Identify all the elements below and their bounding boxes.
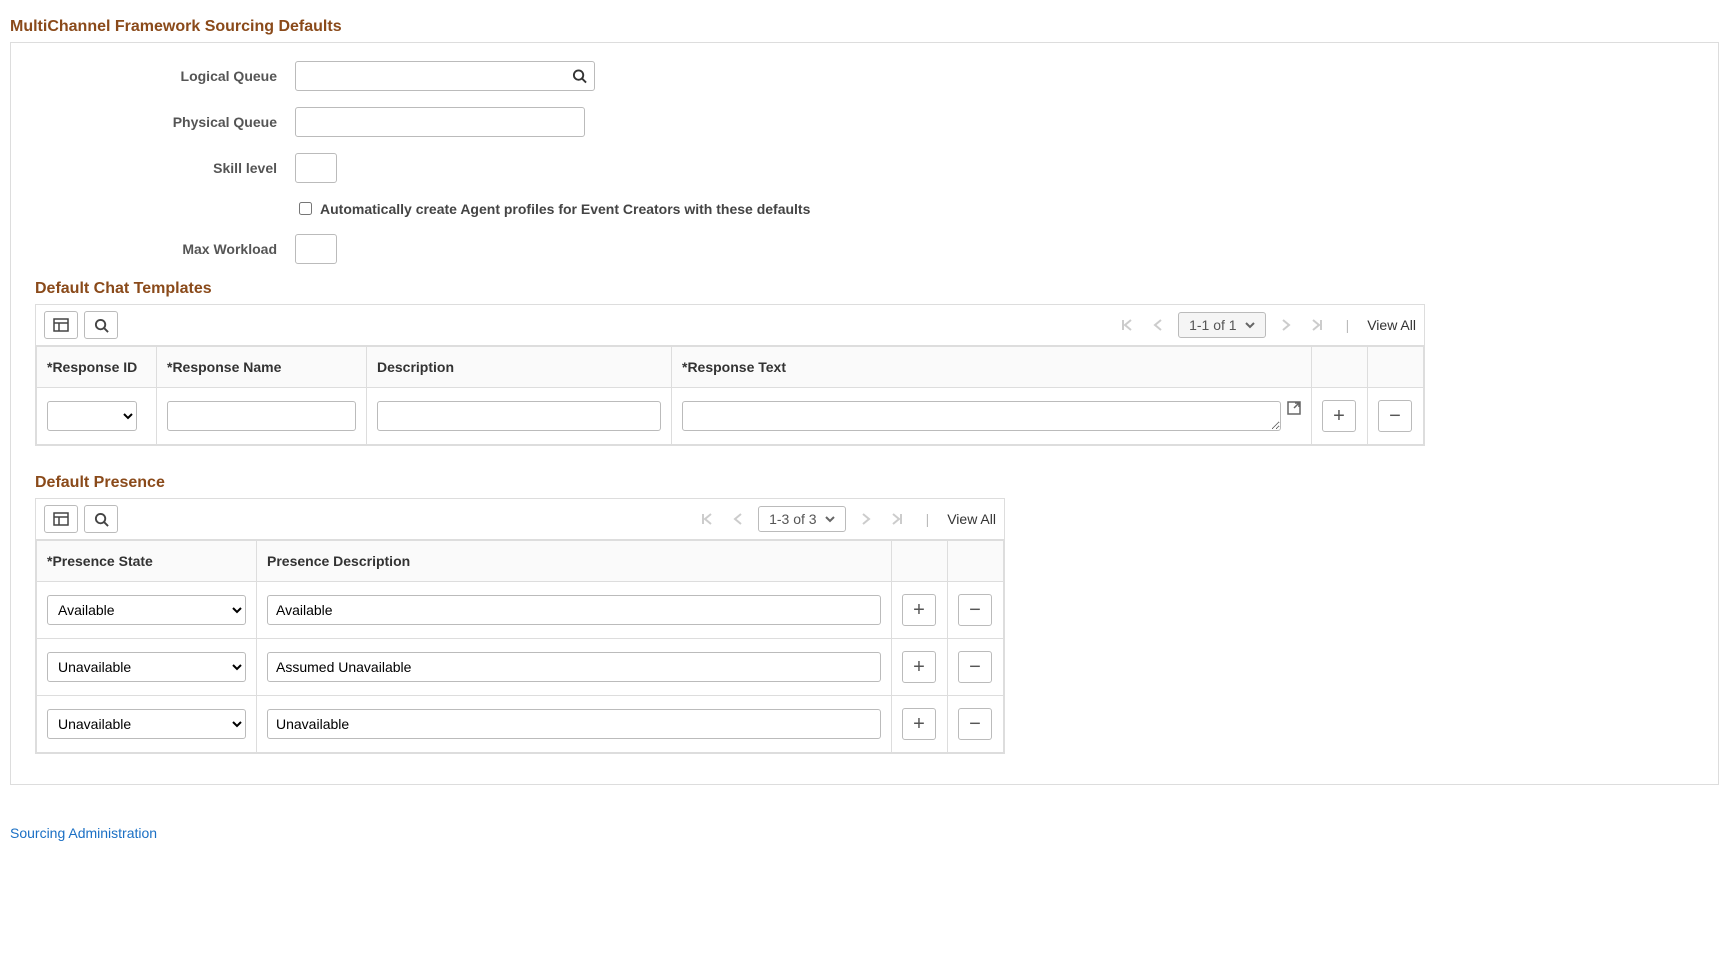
label-skill-level: Skill level bbox=[35, 160, 295, 176]
label-logical-queue: Logical Queue bbox=[35, 68, 295, 84]
chat-grid-toolbar: 1-1 of 1 | View All bbox=[36, 305, 1424, 346]
col-response-text[interactable]: *Response Text bbox=[672, 347, 1312, 388]
presence-description-input[interactable] bbox=[267, 709, 881, 739]
presence-view-all[interactable]: View All bbox=[947, 511, 996, 527]
delete-row-button[interactable]: − bbox=[958, 651, 992, 683]
label-max-workload: Max Workload bbox=[35, 241, 295, 257]
presence-grid-table: *Presence State Presence Description Ava… bbox=[36, 540, 1004, 753]
delete-row-button[interactable]: − bbox=[1378, 400, 1412, 432]
chat-view-all[interactable]: View All bbox=[1367, 317, 1416, 333]
first-page-icon[interactable] bbox=[1116, 318, 1138, 332]
chat-range-text: 1-1 of 1 bbox=[1189, 317, 1236, 333]
description-input[interactable] bbox=[377, 401, 661, 431]
chevron-down-icon bbox=[1245, 320, 1255, 330]
label-auto-create: Automatically create Agent profiles for … bbox=[320, 201, 810, 217]
table-row: + − bbox=[37, 388, 1424, 445]
col-response-name[interactable]: *Response Name bbox=[157, 347, 367, 388]
presence-state-select[interactable]: Unavailable bbox=[47, 709, 246, 739]
add-row-button[interactable]: + bbox=[902, 651, 936, 683]
first-page-icon[interactable] bbox=[696, 512, 718, 526]
add-row-button[interactable]: + bbox=[1322, 400, 1356, 432]
table-row: Unavailable + − bbox=[37, 639, 1004, 696]
add-row-button[interactable]: + bbox=[902, 594, 936, 626]
col-presence-description[interactable]: Presence Description bbox=[257, 541, 892, 582]
table-row: Unavailable + − bbox=[37, 696, 1004, 753]
toolbar-separator: | bbox=[918, 511, 938, 527]
next-page-icon[interactable] bbox=[856, 512, 876, 526]
max-workload-input[interactable] bbox=[295, 234, 337, 264]
chat-range-select[interactable]: 1-1 of 1 bbox=[1178, 312, 1265, 338]
presence-range-text: 1-3 of 3 bbox=[769, 511, 816, 527]
main-panel: Logical Queue Physical Queue Skill level… bbox=[10, 42, 1719, 785]
chevron-down-icon bbox=[825, 514, 835, 524]
zoom-icon[interactable] bbox=[84, 505, 118, 533]
auto-create-checkbox[interactable] bbox=[299, 202, 312, 215]
skill-level-input[interactable] bbox=[295, 153, 337, 183]
toolbar-separator: | bbox=[1338, 317, 1358, 333]
col-description[interactable]: Description bbox=[367, 347, 672, 388]
presence-grid-toolbar: 1-3 of 3 | View All bbox=[36, 499, 1004, 540]
presence-state-select[interactable]: Available bbox=[47, 595, 246, 625]
label-physical-queue: Physical Queue bbox=[35, 114, 295, 130]
section-title-chat: Default Chat Templates bbox=[35, 280, 1694, 298]
delete-row-button[interactable]: − bbox=[958, 594, 992, 626]
physical-queue-input[interactable] bbox=[295, 107, 585, 137]
prev-page-icon[interactable] bbox=[1148, 318, 1168, 332]
next-page-icon[interactable] bbox=[1276, 318, 1296, 332]
delete-row-button[interactable]: − bbox=[958, 708, 992, 740]
chat-grid-frame: 1-1 of 1 | View All *Response ID *Respon… bbox=[35, 304, 1425, 446]
add-row-button[interactable]: + bbox=[902, 708, 936, 740]
response-name-input[interactable] bbox=[167, 401, 356, 431]
presence-description-input[interactable] bbox=[267, 652, 881, 682]
presence-grid-frame: 1-3 of 3 | View All *Presence State Pres… bbox=[35, 498, 1005, 754]
chat-grid-table: *Response ID *Response Name Description … bbox=[36, 346, 1424, 445]
presence-range-select[interactable]: 1-3 of 3 bbox=[758, 506, 845, 532]
logical-queue-input[interactable] bbox=[295, 61, 595, 91]
col-presence-state[interactable]: *Presence State bbox=[37, 541, 257, 582]
logical-queue-lookup bbox=[295, 61, 595, 91]
presence-state-select[interactable]: Unavailable bbox=[47, 652, 246, 682]
response-text-input[interactable] bbox=[682, 401, 1281, 431]
zoom-icon[interactable] bbox=[84, 311, 118, 339]
section-title-presence: Default Presence bbox=[35, 474, 1694, 492]
table-row: Available + − bbox=[37, 582, 1004, 639]
col-response-id[interactable]: *Response ID bbox=[37, 347, 157, 388]
last-page-icon[interactable] bbox=[886, 512, 908, 526]
sourcing-admin-link[interactable]: Sourcing Administration bbox=[10, 825, 157, 841]
section-title-main: MultiChannel Framework Sourcing Defaults bbox=[10, 18, 1719, 36]
expand-icon[interactable] bbox=[1287, 401, 1301, 415]
personalize-icon[interactable] bbox=[44, 505, 78, 533]
prev-page-icon[interactable] bbox=[728, 512, 748, 526]
last-page-icon[interactable] bbox=[1306, 318, 1328, 332]
response-id-select[interactable] bbox=[47, 401, 137, 431]
personalize-icon[interactable] bbox=[44, 311, 78, 339]
presence-description-input[interactable] bbox=[267, 595, 881, 625]
